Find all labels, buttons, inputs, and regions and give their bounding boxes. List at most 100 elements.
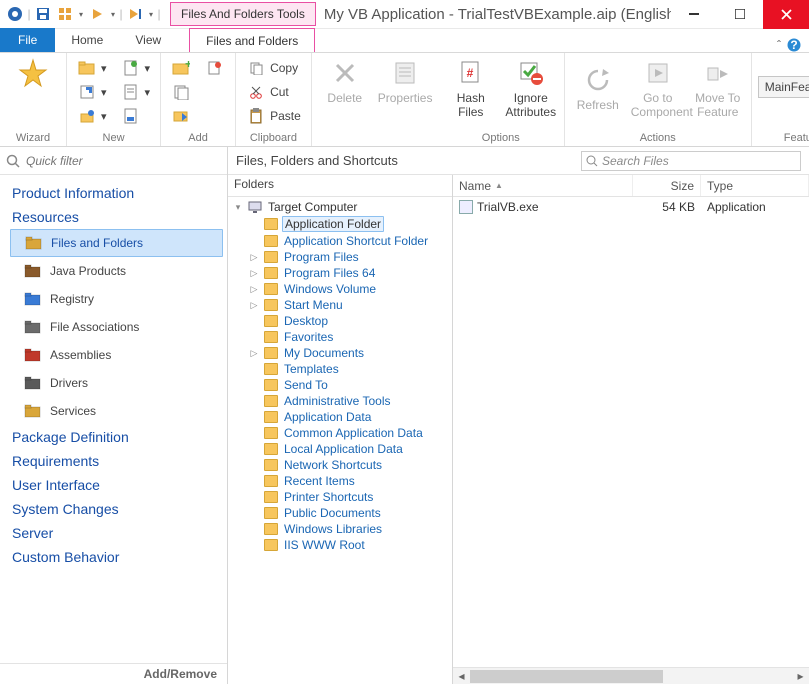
tree-node[interactable]: Local Application Data [230, 441, 450, 457]
sidebar-item-registry[interactable]: Registry [10, 285, 223, 313]
expander-icon[interactable]: ▷ [248, 300, 260, 311]
ignore-attributes-button[interactable]: Ignore Attributes [504, 57, 558, 119]
column-size[interactable]: Size [633, 175, 701, 196]
scroll-thumb[interactable] [470, 670, 663, 683]
grid-icon[interactable] [54, 2, 76, 26]
copy-button[interactable]: Copy [242, 57, 305, 79]
tree-node[interactable]: Application Shortcut Folder [230, 233, 450, 249]
search-files-input[interactable]: Search Files [581, 151, 801, 171]
tree-node[interactable]: Recent Items [230, 473, 450, 489]
sidebar-item-assemblies[interactable]: Assemblies [10, 341, 223, 369]
goto-component-button[interactable]: Go to Component [631, 57, 685, 119]
tree-node[interactable]: Network Shortcuts [230, 457, 450, 473]
tree-node[interactable]: Desktop [230, 313, 450, 329]
close-button[interactable] [763, 0, 809, 29]
tree-node[interactable]: ▷Windows Volume [230, 281, 450, 297]
qat-dropdown-icon[interactable]: ▾ [108, 2, 118, 26]
hash-files-button[interactable]: #Hash Files [444, 57, 498, 119]
tree-node[interactable]: ▷Program Files 64 [230, 265, 450, 281]
file-tab[interactable]: File [0, 28, 55, 52]
home-tab[interactable]: Home [55, 28, 119, 52]
tree-node[interactable]: Send To [230, 377, 450, 393]
horizontal-scrollbar[interactable]: ◂ ▸ [453, 667, 809, 684]
add-import-button[interactable] [167, 105, 195, 127]
scroll-left-icon[interactable]: ◂ [453, 669, 470, 683]
run-icon[interactable] [86, 2, 108, 26]
sidebar-category-user_interface[interactable]: User Interface [10, 473, 223, 497]
tree-node[interactable]: Common Application Data [230, 425, 450, 441]
run-under-icon[interactable] [124, 2, 146, 26]
column-name[interactable]: Name▲ [453, 175, 633, 196]
add-empty2-button[interactable] [201, 81, 229, 103]
tree-node[interactable]: ▷My Documents [230, 345, 450, 361]
files-and-folders-tab[interactable]: Files and Folders [189, 28, 315, 52]
folder-icon [264, 507, 278, 519]
file-row[interactable]: TrialVB.exe54 KBApplication [453, 197, 809, 217]
add-remove-button[interactable]: Add/Remove [0, 663, 227, 684]
app-icon[interactable] [4, 2, 26, 26]
add-folder-button[interactable]: + [167, 57, 195, 79]
expander-icon[interactable]: ▷ [248, 268, 260, 279]
sidebar-category-system_changes[interactable]: System Changes [10, 497, 223, 521]
qat-dropdown-icon[interactable]: ▾ [76, 2, 86, 26]
tree-node[interactable]: ▷Program Files [230, 249, 450, 265]
tree-node[interactable]: IIS WWW Root [230, 537, 450, 553]
tree-root[interactable]: ▾Target Computer [230, 199, 450, 215]
refresh-button[interactable]: Refresh [571, 64, 625, 112]
group-label: Add [188, 130, 208, 144]
tree-node[interactable]: Templates [230, 361, 450, 377]
sidebar-category-server[interactable]: Server [10, 521, 223, 545]
expander-icon[interactable]: ▷ [248, 284, 260, 295]
new-folder-button[interactable]: ▾ [73, 57, 111, 79]
view-tab[interactable]: View [119, 28, 177, 52]
sidebar-category-product_information[interactable]: Product Information [10, 181, 223, 205]
tree-node[interactable]: Application Folder [230, 215, 450, 233]
wizard-button[interactable] [6, 57, 60, 91]
scroll-right-icon[interactable]: ▸ [792, 669, 809, 683]
group-label: Feature [784, 130, 809, 144]
sidebar-item-files_folders[interactable]: Files and Folders [10, 229, 223, 257]
sidebar-category-requirements[interactable]: Requirements [10, 449, 223, 473]
new-item-button[interactable]: ▾ [73, 105, 111, 127]
maximize-button[interactable] [717, 0, 763, 29]
save-icon[interactable] [32, 2, 54, 26]
sidebar-category-package_definition[interactable]: Package Definition [10, 425, 223, 449]
sidebar-item-drivers[interactable]: Drivers [10, 369, 223, 397]
tree-node[interactable]: Printer Shortcuts [230, 489, 450, 505]
ribbon-collapse-icon[interactable]: ˆ [777, 38, 781, 52]
minimize-button[interactable] [671, 0, 717, 29]
group-options: #Hash Files Ignore Attributes Options [438, 53, 565, 146]
tree-node[interactable]: ▷Start Menu [230, 297, 450, 313]
tree-node[interactable]: Application Data [230, 409, 450, 425]
delete-button[interactable]: Delete [318, 57, 372, 105]
expander-icon[interactable]: ▷ [248, 252, 260, 263]
tree-node[interactable]: Public Documents [230, 505, 450, 521]
tree-node[interactable]: Windows Libraries [230, 521, 450, 537]
paste-button[interactable]: Paste [242, 105, 305, 127]
qat-dropdown-icon[interactable]: ▾ [146, 2, 156, 26]
files_folders-icon [25, 234, 43, 252]
sidebar-category-custom_behavior[interactable]: Custom Behavior [10, 545, 223, 569]
add-files-button[interactable] [167, 81, 195, 103]
add-temp-button[interactable] [201, 57, 229, 79]
properties-button[interactable]: Properties [378, 57, 432, 105]
new-file-button[interactable]: ▾ [117, 57, 155, 79]
sidebar-category-resources[interactable]: Resources [10, 205, 223, 229]
tree-node[interactable]: Administrative Tools [230, 393, 450, 409]
new-script-button[interactable]: ▾ [117, 81, 155, 103]
new-ini-button[interactable] [117, 105, 155, 127]
feature-combo[interactable]: MainFeature▾ [758, 76, 809, 98]
tree-node[interactable]: Favorites [230, 329, 450, 345]
column-type[interactable]: Type [701, 175, 809, 196]
add-empty3-button[interactable] [201, 105, 229, 127]
expander-icon[interactable]: ▷ [248, 348, 260, 359]
sidebar-item-services[interactable]: Services [10, 397, 223, 425]
tree-node-label: Local Application Data [282, 442, 405, 456]
cut-button[interactable]: Cut [242, 81, 305, 103]
new-shortcut-button[interactable]: ▾ [73, 81, 111, 103]
sidebar-item-java_products[interactable]: Java Products [10, 257, 223, 285]
sidebar-item-file_associations[interactable]: File Associations [10, 313, 223, 341]
move-to-feature-button[interactable]: Move To Feature [691, 57, 745, 119]
help-icon[interactable]: ? [787, 38, 801, 52]
quick-filter-input[interactable] [26, 154, 221, 168]
